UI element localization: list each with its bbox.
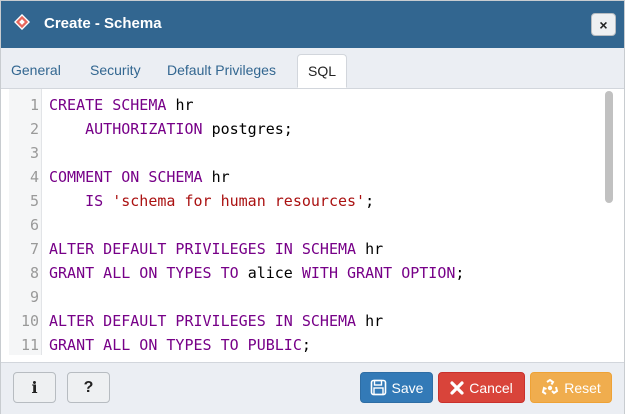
- line-number: 5: [29, 192, 39, 210]
- scrollbar-thumb[interactable]: [605, 91, 613, 203]
- line-number: 8: [29, 264, 39, 282]
- sql-identifier: hr: [211, 168, 230, 186]
- code-text: GRANT ALL ON TYPES TO alice WITH GRANT O…: [49, 261, 464, 285]
- sql-identifier: hr: [365, 312, 384, 330]
- code-text: AUTHORIZATION postgres;: [49, 117, 293, 141]
- code-text: CREATE SCHEMA hr: [49, 93, 194, 117]
- sql-identifier: alice: [247, 264, 302, 282]
- code-line: 10 ALTER DEFAULT PRIVILEGES IN SCHEMA hr: [9, 309, 604, 333]
- sql-keyword: COMMENT ON SCHEMA: [49, 168, 212, 186]
- sql-keyword: AUTHORIZATION: [49, 120, 212, 138]
- code-line: 6: [9, 213, 604, 237]
- sql-identifier: ;: [365, 192, 375, 210]
- sql-keyword: GRANT ALL ON TYPES TO PUBLIC: [49, 336, 302, 354]
- code-text: ALTER DEFAULT PRIVILEGES IN SCHEMA hr: [49, 309, 383, 333]
- code-line: 9: [9, 285, 604, 309]
- info-icon: i: [31, 378, 38, 397]
- sql-keyword: CREATE SCHEMA: [49, 96, 176, 114]
- x-mark-icon: [450, 380, 464, 395]
- create-schema-dialog: Create - Schema × General Security Defau…: [0, 0, 625, 414]
- code-text: GRANT ALL ON TYPES TO PUBLIC;: [49, 333, 311, 355]
- sql-keyword: IS: [49, 192, 113, 210]
- code-line: 4 COMMENT ON SCHEMA hr: [9, 165, 604, 189]
- schema-diamond-icon: [14, 14, 30, 30]
- dialog-footer: i ? Save Cancel Reset: [1, 362, 624, 414]
- line-number: 9: [29, 288, 39, 306]
- code-line: 1 CREATE SCHEMA hr: [9, 93, 604, 117]
- tab-default-privileges[interactable]: Default Privileges: [167, 62, 276, 78]
- floppy-disk-icon: [370, 379, 387, 396]
- tab-security[interactable]: Security: [90, 62, 141, 78]
- code-line: 11 GRANT ALL ON TYPES TO PUBLIC;: [9, 333, 604, 355]
- editor-scrollbar[interactable]: [604, 89, 614, 355]
- tab-general[interactable]: General: [11, 62, 61, 78]
- code-line: 3: [9, 141, 604, 165]
- line-number: 6: [29, 216, 39, 234]
- line-number: 3: [29, 144, 39, 162]
- sql-identifier: postgres;: [211, 120, 293, 138]
- line-number: 4: [29, 168, 39, 186]
- code-line: 2 AUTHORIZATION postgres;: [9, 117, 604, 141]
- dialog-titlebar: Create - Schema ×: [1, 1, 624, 48]
- sql-keyword: ALTER DEFAULT PRIVILEGES IN SCHEMA: [49, 312, 366, 330]
- code-line: 8 GRANT ALL ON TYPES TO alice WITH GRANT …: [9, 261, 604, 285]
- line-number: 7: [29, 240, 39, 258]
- help-icon: ?: [83, 378, 94, 396]
- info-button[interactable]: i: [13, 372, 56, 403]
- close-icon: ×: [599, 16, 608, 33]
- sql-identifier: hr: [365, 240, 384, 258]
- dialog-title: Create - Schema: [44, 15, 162, 32]
- sql-identifier: ;: [455, 264, 465, 282]
- line-number: 2: [29, 120, 39, 138]
- line-number: 1: [29, 96, 39, 114]
- tab-bar: General Security Default Privileges SQL: [1, 48, 624, 89]
- code-text: COMMENT ON SCHEMA hr: [49, 165, 230, 189]
- code-text: ALTER DEFAULT PRIVILEGES IN SCHEMA hr: [49, 237, 383, 261]
- line-number: 11: [20, 336, 39, 354]
- reset-label: Reset: [564, 379, 601, 396]
- save-label: Save: [391, 379, 424, 396]
- sql-identifier: hr: [175, 96, 194, 114]
- close-button[interactable]: ×: [591, 13, 616, 36]
- sql-keyword: ALTER DEFAULT PRIVILEGES IN SCHEMA: [49, 240, 366, 258]
- sql-keyword: GRANT ALL ON TYPES TO: [49, 264, 248, 282]
- help-button[interactable]: ?: [67, 372, 110, 403]
- save-button[interactable]: Save: [360, 372, 433, 403]
- sql-identifier: ;: [301, 336, 311, 354]
- tab-sql[interactable]: SQL: [297, 54, 348, 88]
- cancel-label: Cancel: [469, 379, 513, 396]
- sql-keyword: WITH GRANT OPTION: [301, 264, 456, 282]
- code-line: 5 IS 'schema for human resources';: [9, 189, 604, 213]
- code-text: IS 'schema for human resources';: [49, 189, 374, 213]
- sql-string: 'schema for human resources': [112, 192, 366, 210]
- cancel-button[interactable]: Cancel: [438, 372, 525, 403]
- line-number: 10: [20, 312, 39, 330]
- sql-editor[interactable]: 1 CREATE SCHEMA hr 2 AUTHORIZATION postgre…: [9, 89, 616, 355]
- recycle-icon: [541, 379, 559, 396]
- reset-button[interactable]: Reset: [530, 372, 612, 403]
- code-line: 7 ALTER DEFAULT PRIVILEGES IN SCHEMA hr: [9, 237, 604, 261]
